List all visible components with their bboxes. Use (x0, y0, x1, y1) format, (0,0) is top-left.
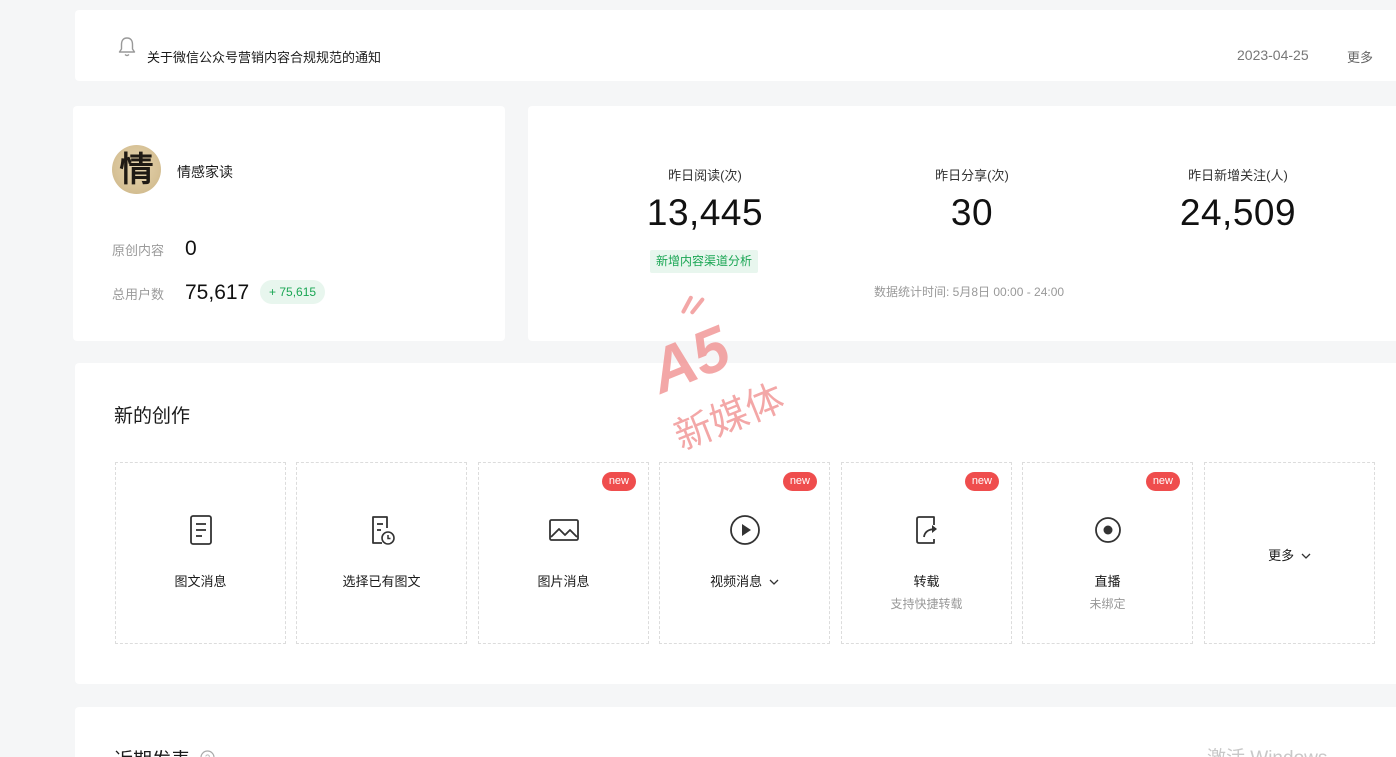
new-badge: new (601, 472, 636, 491)
windows-activation-text: 激活 Windows (1207, 743, 1327, 757)
tile-label: 视频消息 (660, 571, 829, 590)
channel-analysis-link[interactable]: 新增内容渠道分析 (650, 250, 759, 273)
more-label: 更多 (1268, 548, 1295, 563)
tile-label: 选择已有图文 (342, 574, 421, 589)
tile-video[interactable]: new 视频消息 (659, 462, 830, 644)
stats-card: 昨日阅读(次) 13,445 昨日分享(次) 30 昨日新增关注(人) 24,5… (528, 106, 1396, 341)
help-icon[interactable]: ? (200, 750, 215, 757)
svg-text:?: ? (205, 753, 210, 757)
total-users-label: 总用户数 (112, 287, 165, 302)
shares-value: 30 (950, 192, 994, 233)
notice-bar: 关于微信公众号营销内容合规规范的通知 2023-04-25 更多 (75, 10, 1396, 81)
new-badge: new (964, 472, 999, 491)
share-doc-icon (915, 516, 937, 544)
tile-image[interactable]: new 图片消息 (478, 462, 649, 644)
chevron-down-icon (1301, 553, 1311, 559)
recent-posts-card: 近期发表 ? 激活 Windows (75, 707, 1396, 757)
metric-follows: 昨日新增关注(人) 24,509 (1118, 165, 1358, 234)
document-clock-icon (371, 516, 395, 545)
tile-label: 图片消息 (537, 574, 590, 589)
tile-label: 图文消息 (174, 574, 227, 589)
new-creation-card: 新的创作 图文消息 选择已有图文 new 图片消息 new 视频消息 new 转… (75, 363, 1396, 684)
image-icon (548, 519, 579, 541)
stats-time-range: 数据统计时间: 5月8日 00:00 - 24:00 (874, 285, 1065, 299)
document-icon (189, 515, 212, 545)
metric-reads: 昨日阅读(次) 13,445 (585, 165, 825, 234)
metric-shares: 昨日分享(次) 30 (852, 165, 1092, 234)
avatar-char: 情 (119, 149, 154, 190)
tile-more[interactable]: 更多 (1204, 462, 1375, 644)
notice-more-link[interactable]: 更多 (1347, 47, 1373, 66)
reads-value: 13,445 (646, 192, 764, 233)
video-label: 视频消息 (710, 574, 763, 589)
account-card: 情 情感家读 原创内容 0 总用户数 75,617 + 75,615 (73, 106, 505, 341)
new-badge: new (1145, 472, 1180, 491)
tile-label: 转载 (913, 574, 940, 589)
notice-date: 2023-04-25 (1237, 47, 1309, 63)
tile-article[interactable]: 图文消息 (115, 462, 286, 644)
tile-select-existing[interactable]: 选择已有图文 (296, 462, 467, 644)
tile-repost[interactable]: new 转载 支持快捷转载 (841, 462, 1012, 644)
tile-label: 直播 (1094, 574, 1121, 589)
bell-icon (118, 37, 136, 57)
tile-sublabel: 支持快捷转载 (890, 597, 963, 611)
follows-value: 24,509 (1179, 192, 1297, 233)
original-content-label: 原创内容 (112, 243, 165, 258)
account-name: 情感家读 (177, 164, 233, 180)
follows-label: 昨日新增关注(人) (1188, 168, 1288, 183)
play-circle-icon (729, 515, 760, 545)
recent-title: 近期发表 (114, 745, 190, 757)
notice-link[interactable]: 关于微信公众号营销内容合规规范的通知 (147, 47, 381, 66)
chevron-down-icon (769, 579, 779, 585)
shares-label: 昨日分享(次) (935, 168, 1009, 183)
original-content-value: 0 (185, 237, 197, 260)
live-dot-icon (1094, 517, 1121, 543)
reads-label: 昨日阅读(次) (668, 168, 742, 183)
avatar[interactable]: 情 (112, 145, 161, 194)
new-badge: new (782, 472, 817, 491)
section-title: 新的创作 (114, 406, 191, 427)
tile-live[interactable]: new 直播 未绑定 (1022, 462, 1193, 644)
users-growth-badge: + 75,615 (260, 280, 326, 304)
total-users-value: 75,617 (185, 281, 250, 304)
tile-label: 更多 (1205, 545, 1374, 564)
tile-sublabel: 未绑定 (1089, 597, 1126, 611)
